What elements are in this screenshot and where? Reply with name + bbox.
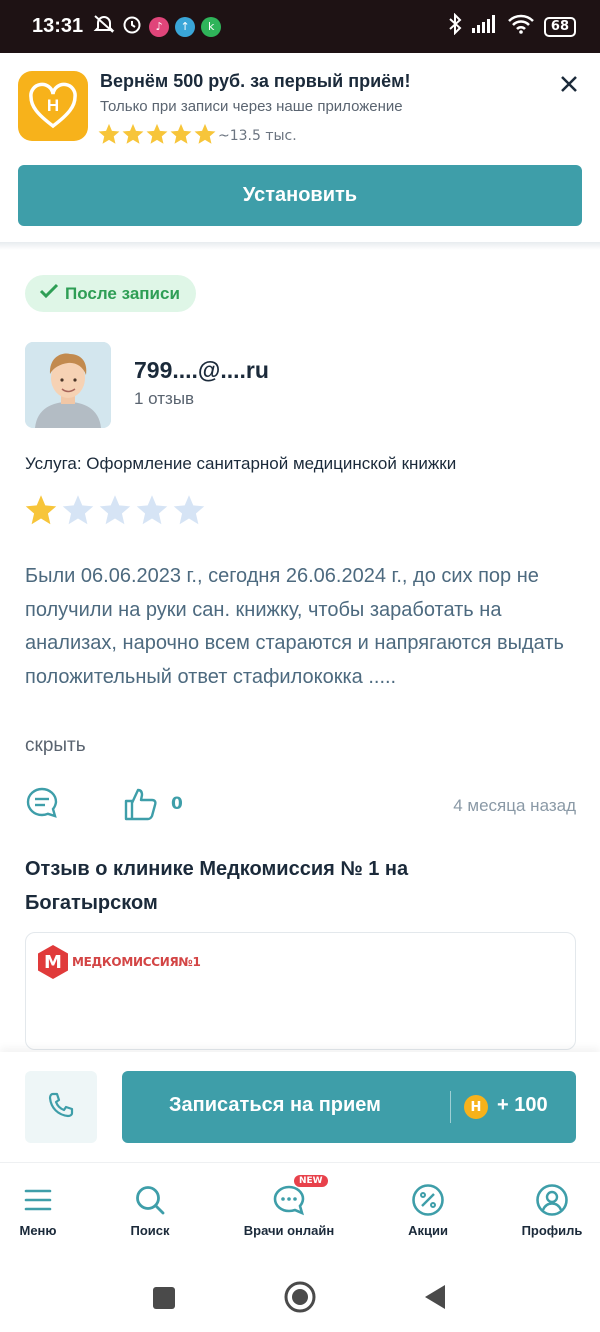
star-empty-icon — [62, 494, 94, 530]
star-rating — [98, 123, 216, 149]
bluetooth-icon — [448, 12, 462, 40]
star-empty-icon — [136, 494, 168, 530]
book-appointment-button[interactable]: Записаться на прием Н + 100 — [122, 1071, 576, 1143]
app-logo: Н — [18, 71, 88, 141]
star-empty-icon — [99, 494, 131, 530]
avatar — [25, 342, 111, 428]
profile-icon — [497, 1181, 600, 1219]
banner-rating: ~13.5 тыс. — [98, 123, 297, 149]
tab-promotions[interactable]: Акции — [373, 1181, 483, 1238]
app-install-banner: Н Вернём 500 руб. за первый приём! Тольк… — [0, 53, 600, 245]
after-booking-tag: После записи — [25, 275, 196, 312]
wifi-icon — [508, 14, 534, 39]
app-icon: k — [201, 16, 222, 37]
star-icon — [122, 123, 144, 149]
clinic-card[interactable]: М МЕДКОМИССИЯ№1 — [25, 932, 576, 1050]
hide-link[interactable]: скрыть — [25, 735, 86, 757]
tab-label: Поиск — [130, 1223, 170, 1238]
clinic-logo-text: МЕДКОМИССИЯ№1 — [72, 955, 201, 969]
bonus-amount: + 100 — [497, 1094, 548, 1116]
review-actions: 0 4 месяца назад — [25, 786, 576, 826]
tab-label: Врачи онлайн — [243, 1223, 335, 1238]
tab-label: Меню — [19, 1223, 57, 1238]
app-icon: ↑ — [175, 16, 196, 37]
star-icon — [98, 123, 120, 149]
review-text: Были 06.06.2023 г., сегодня 26.06.2024 г… — [25, 565, 564, 688]
book-label: Записаться на прием — [169, 1094, 381, 1116]
coin-icon: Н — [464, 1095, 488, 1119]
star-rating — [25, 494, 205, 530]
star-empty-icon — [173, 494, 205, 530]
svg-text:Н: Н — [47, 96, 59, 115]
star-filled-icon — [25, 494, 57, 530]
back-icon[interactable] — [424, 1284, 446, 1314]
comment-icon[interactable] — [25, 786, 59, 824]
author-name[interactable]: 799....@....ru — [134, 357, 269, 384]
tag-label: После записи — [65, 283, 180, 303]
star-icon — [146, 123, 168, 149]
close-icon[interactable] — [558, 73, 580, 95]
tab-menu[interactable]: Меню — [0, 1181, 93, 1238]
rating-count: ~13.5 тыс. — [218, 128, 297, 144]
mute-icon — [93, 14, 115, 39]
tab-bar: Меню Поиск NEW Врачи онлайн Акции Профил… — [0, 1162, 600, 1254]
system-nav-bar — [0, 1254, 600, 1332]
chat-icon: NEW — [234, 1175, 344, 1219]
tab-label: Профиль — [521, 1223, 583, 1238]
status-bar: 13:31 ♪ ↑ k 68 — [0, 0, 600, 53]
tab-search[interactable]: Поиск — [95, 1181, 205, 1238]
call-button[interactable] — [25, 1071, 97, 1143]
tab-label: Акции — [408, 1223, 448, 1238]
star-icon — [194, 123, 216, 149]
tab-profile[interactable]: Профиль — [497, 1181, 600, 1238]
recents-icon[interactable] — [152, 1286, 176, 1314]
banner-subtitle: Только при записи через наше приложение — [100, 98, 403, 115]
banner-title: Вернём 500 руб. за первый приём! — [100, 71, 411, 91]
app-icon: ♪ — [149, 16, 170, 37]
bottom-action-bar: Записаться на прием Н + 100 — [0, 1052, 600, 1162]
clinic-logo: М МЕДКОМИССИЯ№1 — [38, 945, 201, 979]
install-button[interactable]: Установить — [18, 165, 582, 226]
author-review-count: 1 отзыв — [134, 389, 195, 408]
percent-icon — [373, 1181, 483, 1219]
tab-doctors-online[interactable]: NEW Врачи онлайн — [234, 1175, 344, 1238]
check-icon — [39, 283, 59, 304]
like-count: 0 — [171, 794, 183, 814]
like-icon[interactable] — [123, 786, 159, 826]
battery-indicator: 68 — [543, 16, 576, 37]
new-badge: NEW — [294, 1175, 328, 1187]
status-time: 13:31 — [32, 15, 84, 37]
signal-icon — [471, 15, 498, 38]
search-icon — [95, 1181, 205, 1219]
home-icon[interactable] — [284, 1281, 316, 1317]
phone-icon — [47, 1091, 75, 1123]
service-label: Услуга: Оформление санитарной медицинско… — [25, 454, 457, 473]
divider — [0, 242, 600, 250]
review-date: 4 месяца назад — [453, 796, 576, 815]
clinic-title[interactable]: Отзыв о клинике Медкомиссия № 1 на Богат… — [25, 852, 545, 920]
alarm-icon — [121, 13, 143, 40]
divider — [450, 1091, 451, 1123]
menu-icon — [0, 1181, 93, 1219]
star-icon — [170, 123, 192, 149]
